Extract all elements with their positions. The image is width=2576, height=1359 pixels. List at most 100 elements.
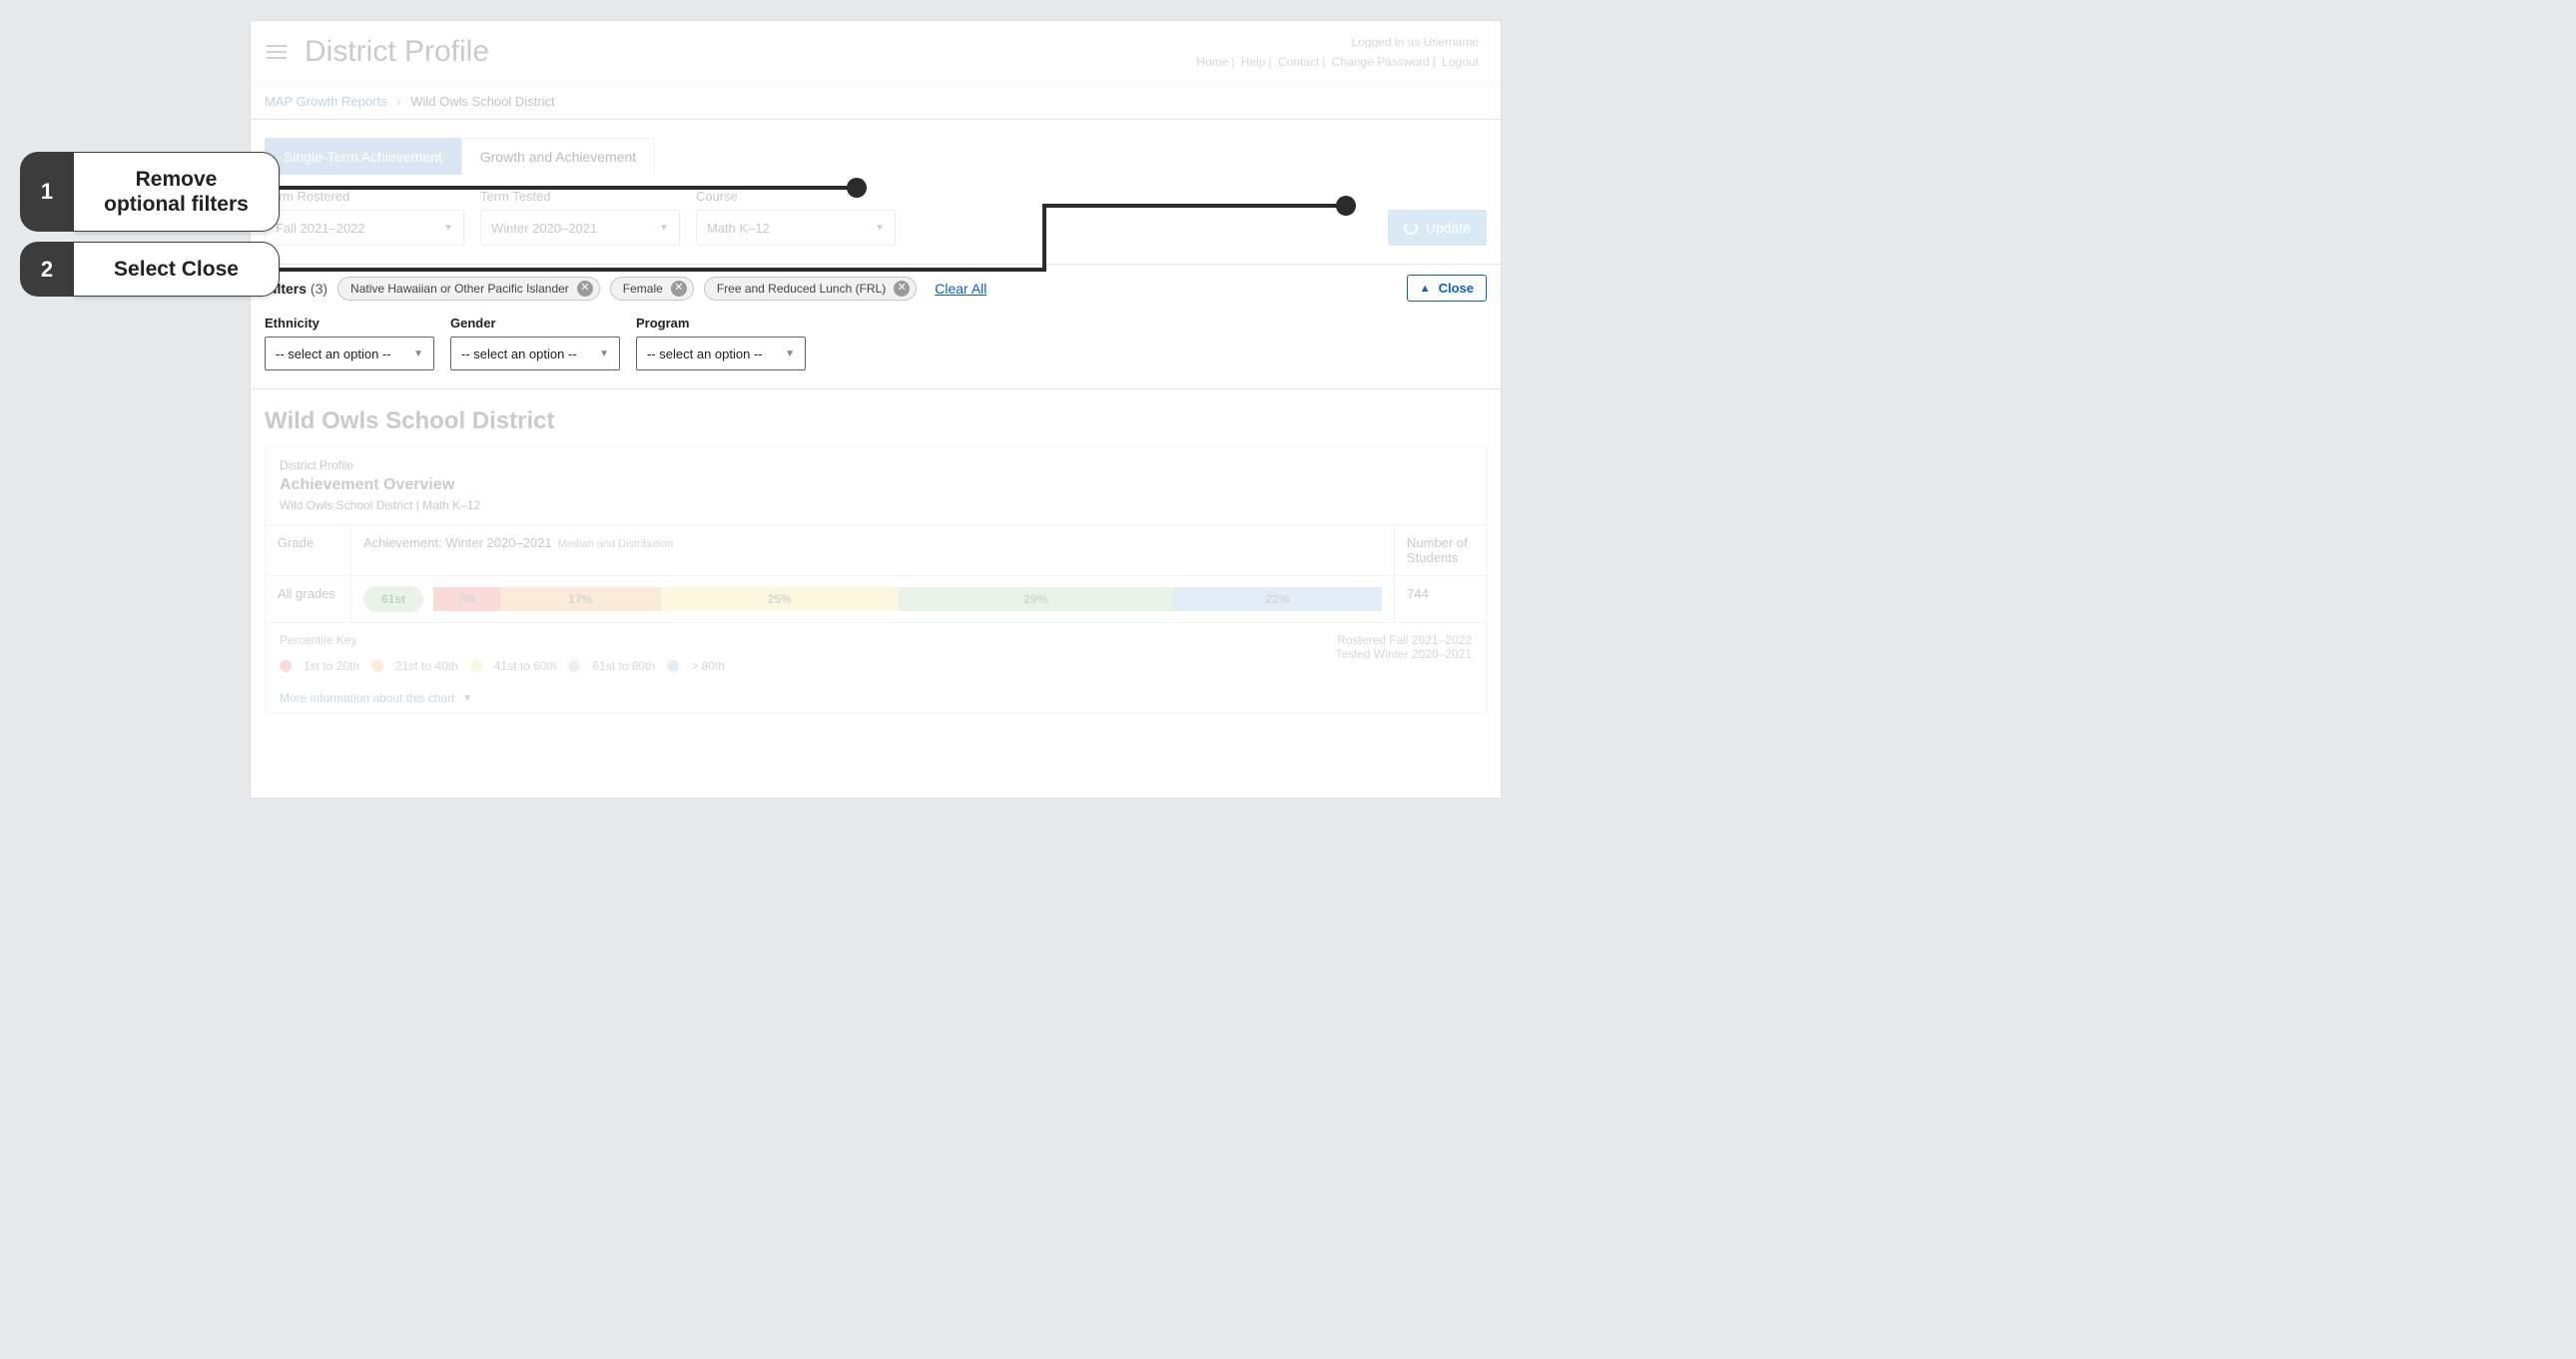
content-area: Wild Owls School District District Profi… [251,389,1501,714]
home-link[interactable]: Home [1196,55,1228,69]
program-placeholder: -- select an option -- [647,346,763,361]
filter-chip-ethnicity[interactable]: Native Hawaiian or Other Pacific Islande… [337,277,600,301]
key-label-5: > 80th [691,659,725,673]
percentile-pill: 61st [363,586,423,612]
program-select[interactable]: -- select an option -- ▼ [636,337,806,370]
callout-text: Select Close [74,242,280,297]
clear-all-link[interactable]: Clear All [935,281,986,297]
ethnicity-label: Ethnicity [265,316,434,331]
term-rostered-select[interactable]: Fall 2021–2022 ▼ [265,210,464,246]
close-button-label: Close [1439,281,1474,296]
filter-chip-label: Female [623,282,663,296]
close-icon[interactable]: ✕ [577,281,593,297]
app-header: District Profile Logged in as Username H… [251,21,1501,84]
chevron-down-icon: ▼ [413,348,423,359]
callout-text: Remove optional filters [74,152,280,232]
dist-seg-5: 22% [1173,587,1382,611]
row-num-students: 744 [1394,576,1486,622]
ethnicity-select[interactable]: -- select an option -- ▼ [265,337,434,370]
gender-select[interactable]: -- select an option -- ▼ [450,337,620,370]
district-title: Wild Owls School District [251,389,1501,445]
key-dot-1 [280,660,292,672]
key-dot-3 [470,660,482,672]
footer-tested: Tested Winter 2020–2021 [1335,647,1472,661]
update-button[interactable]: Update [1388,210,1487,246]
dist-seg-1: 7% [433,587,500,611]
row-grade: All grades [266,576,351,622]
distribution-bar: 7% 17% 25% 29% 22% [433,587,1382,611]
login-as-label: Logged in as Username [1196,35,1479,49]
more-info-toggle[interactable]: More information about this chart ▼ [266,683,1486,713]
term-tested-select[interactable]: Winter 2020–2021 ▼ [480,210,680,246]
key-label-3: 41st to 60th [494,659,557,673]
gender-placeholder: -- select an option -- [461,346,577,361]
gender-label: Gender [450,316,620,331]
course-label: Course [696,189,896,204]
dist-seg-3: 25% [661,587,899,611]
program-label: Program [636,316,806,331]
overview-sub: Wild Owls School District | Math K–12 [280,498,1472,512]
breadcrumb-root[interactable]: MAP Growth Reports [265,94,387,109]
app-window: District Profile Logged in as Username H… [250,20,1502,799]
achievement-overview: District Profile Achievement Overview Wi… [265,445,1487,714]
update-button-label: Update [1426,220,1471,236]
contact-link[interactable]: Contact [1278,55,1319,69]
callout-number: 1 [20,152,74,232]
header-links: Home| Help| Contact| Change Password| Lo… [1196,55,1479,69]
percentile-key-label: Percentile Key [280,633,725,647]
col-median-label: Median and Distribution [558,538,674,550]
term-tested-label: Term Tested [480,189,680,204]
tab-growth[interactable]: Growth and Achievement [461,138,655,175]
breadcrumb-current: Wild Owls School District [410,94,554,109]
change-password-link[interactable]: Change Password [1332,55,1430,69]
overview-title: Achievement Overview [280,476,1472,494]
chevron-down-icon: ▼ [659,223,669,234]
logout-link[interactable]: Logout [1442,55,1479,69]
help-link[interactable]: Help [1241,55,1266,69]
dist-seg-2: 17% [500,587,662,611]
callout-1: 1 Remove optional filters [20,152,280,232]
filter-chip-label: Free and Reduced Lunch (FRL) [717,282,886,296]
tabs: Single-Term Achievement Growth and Achie… [251,120,1501,175]
term-selectors: Term Rostered Fall 2021–2022 ▼ Term Test… [251,175,1501,265]
filter-chip-program[interactable]: Free and Reduced Lunch (FRL) ✕ [704,277,917,301]
key-dot-4 [568,660,580,672]
callout-2: 2 Select Close [20,242,280,297]
overview-small: District Profile [280,458,1472,472]
chevron-down-icon: ▼ [785,348,795,359]
chevron-down-icon: ▼ [599,348,609,359]
close-icon[interactable]: ✕ [894,281,910,297]
col-achievement: Achievement: Winter 2020–2021 [363,535,552,550]
callout-number: 2 [20,242,74,297]
col-grade: Grade [266,525,351,575]
term-rostered-value: Fall 2021–2022 [276,221,365,236]
dist-seg-4: 29% [899,587,1173,611]
chevron-down-icon: ▼ [443,223,453,234]
ethnicity-placeholder: -- select an option -- [276,346,391,361]
filter-chip-label: Native Hawaiian or Other Pacific Islande… [350,282,569,296]
key-label-1: 1st to 20th [304,659,359,673]
close-icon[interactable]: ✕ [671,281,687,297]
filters-panel: Filters (3) Native Hawaiian or Other Pac… [251,265,1501,389]
footer-rostered: Rostered Fall 2021–2022 [1335,633,1472,647]
chevron-down-icon: ▼ [875,223,885,234]
key-dot-5 [667,660,679,672]
page-title: District Profile [305,35,489,69]
close-filters-button[interactable]: ▲ Close [1407,275,1487,302]
chevron-down-icon: ▼ [462,693,472,704]
filters-count: (3) [311,281,327,297]
breadcrumb: MAP Growth Reports › Wild Owls School Di… [251,84,1501,120]
term-tested-value: Winter 2020–2021 [491,221,597,236]
key-dot-2 [371,660,383,672]
key-label-4: 61st to 80th [592,659,655,673]
tab-single-term[interactable]: Single-Term Achievement [265,138,461,175]
term-rostered-label: Term Rostered [265,189,464,204]
chevron-right-icon: › [396,94,400,109]
refresh-icon [1404,221,1418,235]
col-num-students: Number of Students [1394,525,1486,575]
course-value: Math K–12 [707,221,770,236]
course-select[interactable]: Math K–12 ▼ [696,210,896,246]
menu-icon[interactable] [261,39,293,65]
chevron-up-icon: ▲ [1420,283,1431,295]
filter-chip-gender[interactable]: Female ✕ [610,277,694,301]
